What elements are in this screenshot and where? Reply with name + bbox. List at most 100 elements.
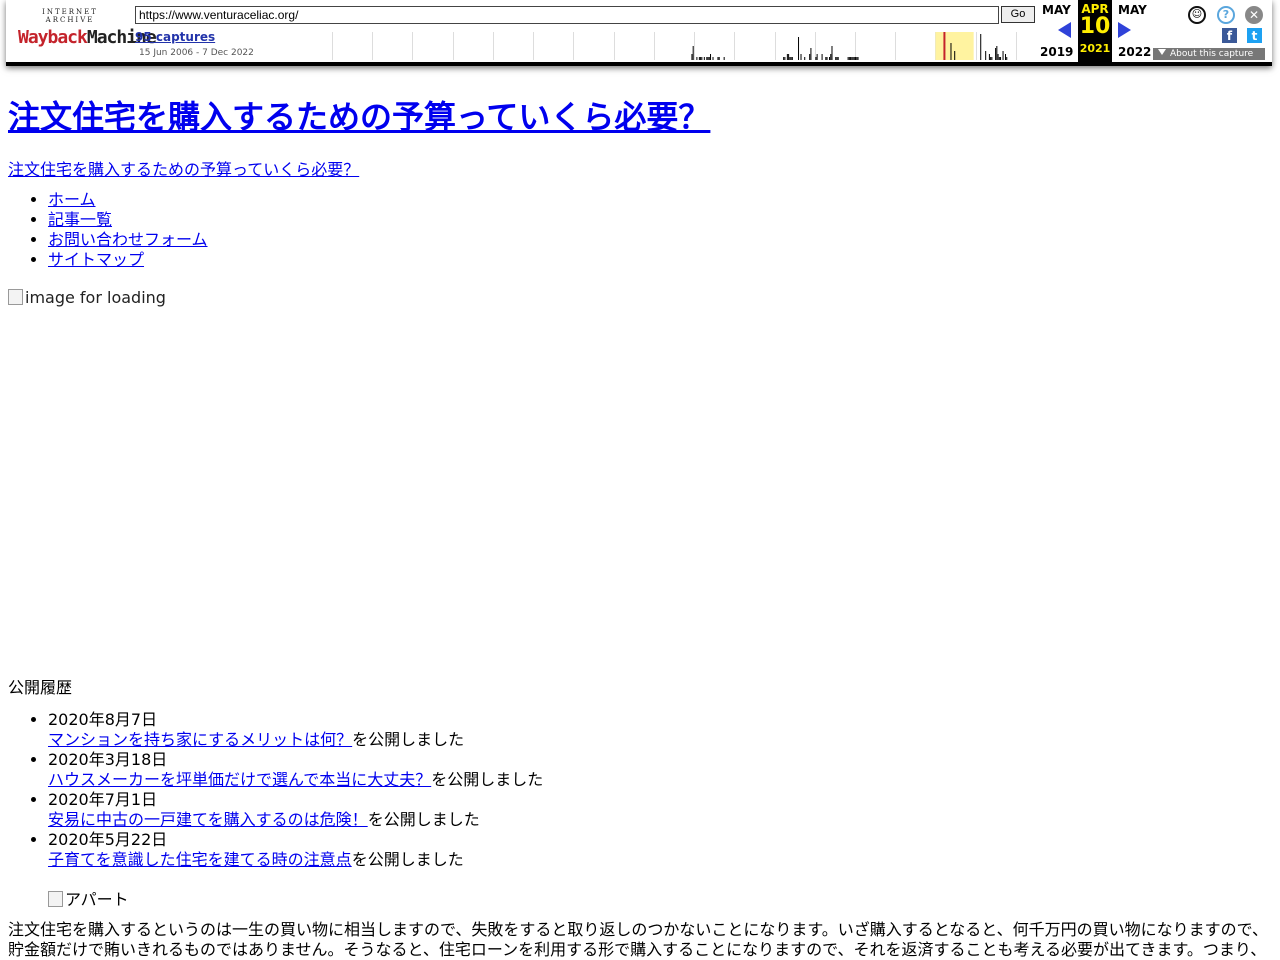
capture-bar[interactable] <box>708 57 710 60</box>
capture-bar[interactable] <box>856 57 858 60</box>
capture-bar[interactable] <box>852 57 854 60</box>
capture-bar[interactable] <box>707 57 709 60</box>
url-input[interactable]: https://www.venturaceliac.org/ <box>135 6 999 24</box>
capture-bar[interactable] <box>831 46 833 60</box>
current-year: 2021 <box>1079 42 1111 55</box>
capture-bar[interactable] <box>855 57 857 60</box>
capture-bar[interactable] <box>810 48 812 60</box>
capture-bar[interactable] <box>848 57 850 60</box>
hero-image-broken: image for loading <box>8 288 166 307</box>
help-icon[interactable]: ? <box>1217 6 1235 24</box>
capture-sparkline[interactable] <box>332 32 1036 60</box>
nav-link-articles[interactable]: 記事一覧 <box>48 210 112 229</box>
capture-bar[interactable] <box>1006 57 1008 60</box>
prev-year-label[interactable]: 2019 <box>1040 45 1073 59</box>
capture-bar[interactable] <box>997 54 999 60</box>
site-title-link[interactable]: 注文住宅を購入するための予算っていくら必要？ <box>8 98 710 136</box>
capture-bar[interactable] <box>998 57 1000 60</box>
capture-bar[interactable] <box>784 57 786 60</box>
prev-capture-arrow-icon[interactable] <box>1058 22 1071 38</box>
capture-bar[interactable] <box>804 57 806 60</box>
capture-bar[interactable] <box>816 54 818 60</box>
twitter-share-icon[interactable]: t <box>1247 28 1262 43</box>
capture-bar[interactable] <box>701 57 703 60</box>
capture-bar[interactable] <box>712 57 714 60</box>
capture-bar[interactable] <box>847 57 849 60</box>
post-link[interactable]: 子育てを意識した住宅を建てる時の注意点 <box>48 850 352 869</box>
capture-bar[interactable] <box>851 57 853 60</box>
post-suffix: を公開しました <box>352 730 465 749</box>
captures-link[interactable]: 95 captures <box>135 30 215 44</box>
next-year-label[interactable]: 2022 <box>1118 45 1151 59</box>
nav-link-home[interactable]: ホーム <box>48 190 96 209</box>
capture-bar[interactable] <box>800 54 802 60</box>
capture-bar[interactable] <box>815 57 817 60</box>
capture-bar[interactable] <box>1005 54 1007 60</box>
capture-bar[interactable] <box>717 57 719 60</box>
recent-posts-heading: 公開履歴 <box>8 678 73 697</box>
capture-bar[interactable] <box>850 57 852 60</box>
capture-bar[interactable] <box>723 57 725 60</box>
post-suffix: を公開しました <box>351 850 464 869</box>
post-link[interactable]: 安易に中古の一戸建てを購入するのは危険！ <box>48 810 368 829</box>
post-link[interactable]: ハウスメーカーを坪単価だけで選んで本当に大丈夫？ <box>48 770 431 789</box>
current-day: 10 <box>1079 14 1111 39</box>
current-capture-date: APR 10 2021 <box>1078 0 1112 62</box>
capture-bar[interactable] <box>995 48 997 60</box>
capture-bar[interactable] <box>837 57 839 60</box>
capture-bar[interactable] <box>950 43 952 60</box>
capture-bar[interactable] <box>789 57 791 60</box>
logo-wayback-word: Wayback <box>18 27 88 48</box>
capture-bar[interactable] <box>692 46 694 60</box>
capture-bar[interactable] <box>706 57 708 60</box>
capture-bar[interactable] <box>696 57 698 60</box>
capture-bar[interactable] <box>988 54 990 60</box>
capture-bar[interactable] <box>1002 51 1004 60</box>
capture-bar[interactable] <box>790 57 792 60</box>
site-description-link[interactable]: 注文住宅を購入するための予算っていくら必要？ <box>8 160 359 179</box>
nav-link-contact[interactable]: お問い合わせフォーム <box>48 230 208 249</box>
logo-internet-archive-text: INTERNET ARCHIVE <box>42 8 98 24</box>
capture-bar[interactable] <box>786 54 788 60</box>
capture-bar[interactable] <box>835 57 837 60</box>
capture-bar[interactable] <box>996 46 998 60</box>
next-capture-arrow-icon[interactable] <box>1118 22 1131 38</box>
capture-bar[interactable] <box>990 57 992 60</box>
about-capture-button[interactable]: About this capture <box>1153 48 1265 60</box>
wayback-logo[interactable]: INTERNET ARCHIVE WaybackMachine <box>18 8 157 52</box>
capture-bar[interactable] <box>718 57 720 60</box>
close-icon[interactable]: ✕ <box>1245 6 1263 24</box>
capture-bar[interactable] <box>798 37 800 60</box>
capture-bar[interactable] <box>783 57 785 60</box>
prev-month-label[interactable]: MAY <box>1042 3 1071 17</box>
capture-bar[interactable] <box>991 57 993 60</box>
capture-bar[interactable] <box>703 57 705 60</box>
capture-bar[interactable] <box>809 54 811 60</box>
capture-bar[interactable] <box>829 57 831 60</box>
logo-wayback-machine-text: WaybackMachine <box>18 27 157 48</box>
nav-link-sitemap[interactable]: サイトマップ <box>48 250 144 269</box>
capture-bar[interactable] <box>788 54 790 60</box>
capture-bar[interactable] <box>980 34 982 60</box>
capture-bar[interactable] <box>853 57 855 60</box>
capture-bar[interactable] <box>857 57 859 60</box>
post-link[interactable]: マンションを持ち家にするメリットは何？ <box>48 730 352 749</box>
capture-bar[interactable] <box>1000 57 1002 60</box>
capture-bar[interactable] <box>700 57 702 60</box>
capture-bar[interactable] <box>791 57 793 60</box>
capture-bar[interactable] <box>698 57 700 60</box>
capture-bar[interactable] <box>825 57 827 60</box>
next-month-label[interactable]: MAY <box>1118 3 1147 17</box>
capture-bar[interactable] <box>691 54 693 60</box>
capture-bar[interactable] <box>830 54 832 60</box>
capture-bar[interactable] <box>985 51 987 60</box>
capture-bar[interactable] <box>836 57 838 60</box>
capture-bar[interactable] <box>826 57 828 60</box>
dropdown-triangle-icon <box>1158 49 1166 55</box>
facebook-share-icon[interactable]: f <box>1222 28 1237 43</box>
capture-bar[interactable] <box>954 51 956 60</box>
capture-bar[interactable] <box>821 54 823 60</box>
capture-bar[interactable] <box>710 54 712 60</box>
go-button[interactable]: Go <box>1001 6 1035 23</box>
user-account-icon[interactable]: ☺ <box>1188 6 1206 24</box>
